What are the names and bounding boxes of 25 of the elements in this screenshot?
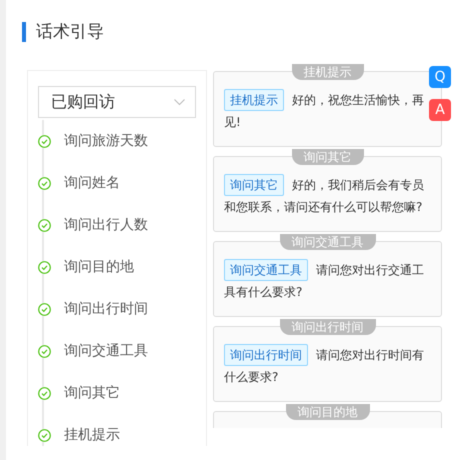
select-field[interactable]: 已购回访 xyxy=(38,86,196,118)
card-title: 挂机提示 xyxy=(292,64,364,80)
script-text: 询问其它 好的，我们稍后会有专员和您联系，请问还有什么可以帮您嘛? xyxy=(224,174,431,218)
card-title: 询问目的地 xyxy=(286,404,370,420)
step-label[interactable]: 询问目的地 xyxy=(64,256,134,278)
section-title: 话术引导 xyxy=(22,22,104,42)
script-text: 挂机提示 好的，祝您生活愉快，再见! xyxy=(224,89,431,133)
card-title: 询问交通工具 xyxy=(280,234,376,250)
tag: 询问交通工具 xyxy=(224,259,308,281)
select-value: 已购回访 xyxy=(51,91,115,113)
tag: 询问其它 xyxy=(224,174,284,196)
chevron-down-icon xyxy=(174,98,185,106)
tag: 询问出行时间 xyxy=(224,344,308,366)
card-title: 询问其它 xyxy=(292,149,364,165)
tag: 挂机提示 xyxy=(224,89,284,111)
step-label[interactable]: 挂机提示 xyxy=(64,424,120,446)
step-label[interactable]: 询问出行人数 xyxy=(64,214,148,236)
step-label[interactable]: 询问出行时间 xyxy=(64,298,148,320)
step-label[interactable]: 询问姓名 xyxy=(64,172,120,194)
script-text: 询问出行时间 请问您对出行时间有什么要求? xyxy=(224,344,431,388)
step-label[interactable]: 询问交通工具 xyxy=(64,340,148,362)
script-text: 询问交通工具 请问您对出行交通工具有什么要求? xyxy=(224,259,431,303)
step-label[interactable]: 询问其它 xyxy=(64,382,120,404)
card-title: 询问出行时间 xyxy=(280,319,376,335)
step-label[interactable]: 询问旅游天数 xyxy=(64,130,148,152)
